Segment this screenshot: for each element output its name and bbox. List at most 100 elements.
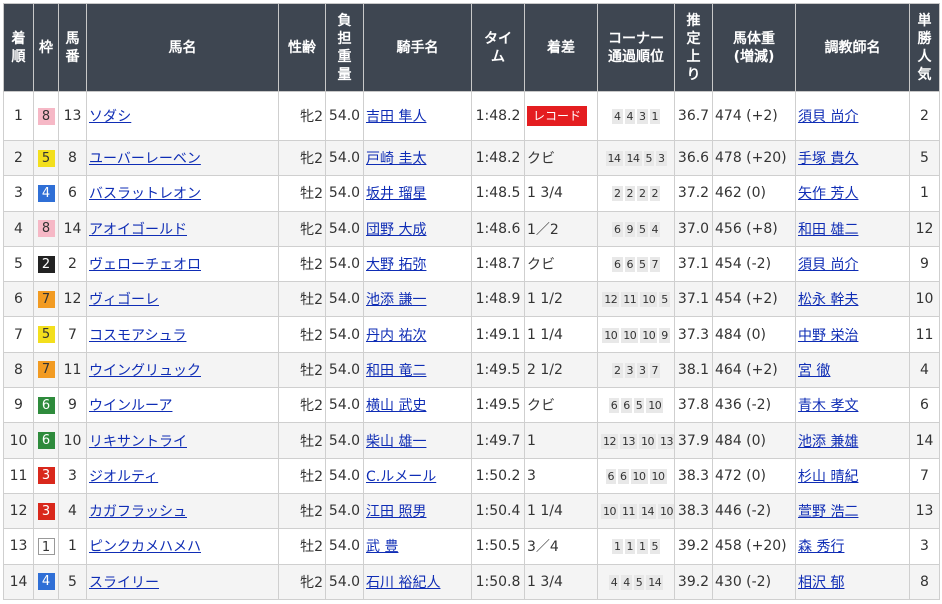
jockey-link[interactable]: 武 豊 (366, 539, 398, 555)
jockey-link[interactable]: 池添 謙一 (366, 292, 426, 308)
horse-link[interactable]: アオイゴールド (89, 222, 187, 238)
trainer-link[interactable]: 相沢 郁 (798, 575, 844, 591)
trainer-link[interactable]: 須貝 尚介 (798, 109, 858, 125)
trainer-link[interactable]: 青木 孝文 (798, 398, 858, 414)
finish-position: 3 (3, 175, 34, 212)
corner-position: 2 (612, 186, 623, 202)
horse-link[interactable]: コスモアシュラ (89, 328, 186, 344)
margin-cell: 1 3/4 (524, 563, 598, 600)
agari-time: 37.0 (674, 210, 713, 247)
finish-position: 11 (3, 457, 34, 494)
corner-position: 5 (637, 221, 648, 237)
trainer-link[interactable]: 森 秀行 (798, 539, 844, 555)
table-row: 3 4 6 バスラットレオン 牡2 54.0 坂井 瑠星 1:48.5 1 3/4 2 2 2 2 37.… (3, 175, 940, 212)
finish-position: 10 (3, 422, 34, 459)
horse-link[interactable]: ジオルティ (89, 469, 158, 485)
corner-position: 10 (601, 504, 618, 520)
corner-position: 2 (624, 186, 635, 202)
header-weight: 馬体重 (増減) (712, 3, 796, 92)
trainer-link[interactable]: 中野 栄治 (798, 328, 858, 344)
trainer-link[interactable]: 須貝 尚介 (798, 257, 858, 273)
corner-position: 1 (612, 539, 623, 555)
corner-position: 5 (633, 574, 645, 590)
corner-position: 10 (649, 468, 667, 484)
waku-badge: 8 (37, 220, 55, 238)
jockey-link[interactable]: 柴山 雄一 (366, 434, 426, 450)
body-weight: 484 (0) (712, 316, 796, 353)
horse-link[interactable]: カガフラッシュ (89, 504, 187, 520)
horse-number: 3 (58, 457, 87, 494)
jockey-link[interactable]: 坂井 瑠星 (366, 186, 426, 202)
jockey-link[interactable]: C.ルメール (366, 469, 436, 485)
horse-cell: ジオルティ (86, 457, 279, 494)
corner-position: 3 (656, 151, 667, 167)
horse-link[interactable]: リキサントライ (89, 434, 187, 450)
horse-link[interactable]: ヴィゴーレ (89, 292, 159, 308)
trainer-link[interactable]: 池添 兼雄 (798, 434, 858, 450)
body-weight: 462 (0) (712, 175, 796, 212)
waku-badge: 5 (37, 149, 55, 167)
jockey-cell: 戸崎 圭太 (363, 139, 472, 177)
body-weight: 458 (+20) (712, 528, 796, 565)
body-weight: 454 (-2) (712, 245, 796, 283)
horse-link[interactable]: ウインルーア (89, 398, 172, 414)
table-row: 8 7 11 ウイングリュック 牡2 54.0 和田 竜二 1:49.5 2 1/2 2 3 3 7 38… (3, 351, 940, 389)
table-row: 11 3 3 ジオルティ 牡2 54.0 C.ルメール 1:50.2 3 6 6 10 10 38.3 47… (3, 457, 940, 494)
corner-position: 10 (639, 433, 656, 449)
trainer-link[interactable]: 杉山 晴紀 (798, 469, 858, 485)
margin-value: 1 3/4 (527, 573, 563, 590)
trainer-link[interactable]: 萱野 浩二 (798, 504, 858, 520)
jockey-link[interactable]: 吉田 隼人 (366, 109, 426, 125)
race-time: 1:48.6 (471, 210, 525, 247)
horse-link[interactable]: ウイングリュック (89, 363, 201, 379)
horse-link[interactable]: バスラットレオン (89, 186, 201, 202)
jockey-link[interactable]: 丹内 祐次 (366, 328, 426, 344)
horse-number: 4 (58, 492, 87, 530)
agari-time: 37.3 (674, 316, 713, 353)
jockey-cell: 和田 竜二 (363, 351, 472, 389)
trainer-link[interactable]: 矢作 芳人 (798, 186, 858, 202)
waku-cell: 4 (33, 563, 59, 600)
corner-position: 5 (649, 539, 660, 555)
trainer-link[interactable]: 松永 幹夫 (798, 292, 858, 308)
trainer-cell: 萱野 浩二 (795, 492, 910, 530)
header-corner: コーナー 通過順位 (597, 3, 675, 92)
horse-link[interactable]: ヴェローチェオロ (89, 257, 201, 273)
jockey-link[interactable]: 江田 照男 (366, 504, 426, 520)
corner-position: 6 (621, 398, 632, 414)
horse-number: 2 (58, 245, 87, 283)
body-weight: 474 (+2) (712, 91, 796, 141)
agari-time: 36.6 (674, 139, 713, 177)
corner-cell: 6954 (597, 210, 675, 247)
table-row: 4 8 14 アオイゴールド 牝2 54.0 団野 大成 1:48.6 1／2 6 9 5 4 37.0 4… (3, 210, 940, 247)
corner-position: 6 (624, 257, 635, 273)
header-agari: 推定上り (674, 3, 713, 92)
sex-age: 牡2 (278, 457, 326, 494)
trainer-link[interactable]: 和田 雄二 (798, 222, 858, 238)
load-weight: 54.0 (325, 139, 364, 177)
jockey-link[interactable]: 団野 大成 (366, 222, 426, 238)
horse-link[interactable]: ピンクカメハメハ (89, 539, 201, 555)
jockey-link[interactable]: 大野 拓弥 (366, 257, 426, 273)
trainer-cell: 相沢 郁 (795, 563, 910, 600)
jockey-link[interactable]: 戸崎 圭太 (366, 151, 426, 167)
body-weight: 454 (+2) (712, 281, 796, 318)
jockey-cell: 石川 裕紀人 (363, 563, 472, 600)
trainer-link[interactable]: 手塚 貴久 (798, 151, 858, 167)
jockey-link[interactable]: 横山 武史 (366, 398, 426, 414)
corner-position: 13 (620, 433, 637, 449)
corner-positions: 10 10 10 9 (601, 327, 671, 343)
header-ninki: 単勝人気 (909, 3, 940, 92)
finish-position: 12 (3, 492, 34, 530)
jockey-link[interactable]: 和田 竜二 (366, 363, 426, 379)
corner-positions: 2337 (611, 362, 661, 378)
horse-link[interactable]: スライリー (89, 575, 159, 591)
trainer-link[interactable]: 宮 徹 (798, 363, 830, 379)
corner-position: 5 (659, 292, 670, 308)
jockey-link[interactable]: 石川 裕紀人 (366, 575, 440, 591)
horse-cell: ウインルーア (86, 387, 279, 424)
header-margin: 着差 (524, 3, 598, 92)
sex-age: 牡2 (278, 351, 326, 389)
horse-link[interactable]: ソダシ (89, 109, 131, 125)
horse-link[interactable]: ユーバーレーベン (89, 151, 201, 167)
